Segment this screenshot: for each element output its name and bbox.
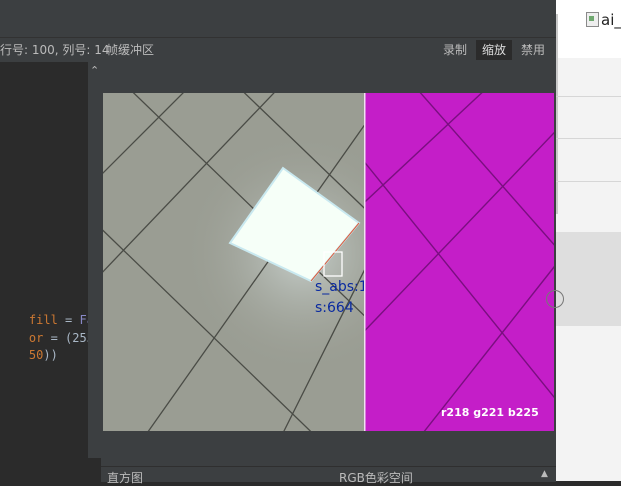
scroll-track[interactable] [88,458,101,481]
side-divider [556,14,558,214]
divider-line [556,181,621,182]
zoom-button[interactable]: 缩放 [476,40,513,60]
editor-scrollbar[interactable]: ⌃ [88,62,101,481]
frame-edge [364,93,366,431]
broken-image-alt: ai_ [601,11,621,29]
broken-image: ai_ [586,11,621,29]
magenta-half [364,93,554,431]
color-space-select[interactable]: RGB色彩空间 [339,469,413,486]
code-token: 50 [28,348,44,362]
disable-button[interactable]: 禁用 [515,40,551,60]
record-button[interactable]: 录制 [437,40,473,60]
histogram-tab[interactable]: 直方图 [107,469,143,486]
divider-line [556,138,621,139]
overlay-s-text: s:664 [315,300,354,316]
top-strip [0,0,556,14]
toolbar-strip [0,14,556,38]
pixel-readout: r218 g221 b225 [441,406,539,419]
camera-frame[interactable]: s_abs:14 s:664 r218 g221 b225 [103,93,554,431]
panel-title: 帧缓冲区 [106,43,155,57]
side-gray-band [556,232,621,326]
code-token: )) [43,348,58,362]
chevron-up-icon[interactable]: ▲ [541,469,548,479]
divider-line [556,96,621,97]
code-editor[interactable]: fill = False or = (255, 2 50)) [0,62,88,481]
bottom-panel: 直方图 RGB色彩空间 ▲ [101,466,556,485]
browser-side-panel: ai_ [546,0,621,481]
radio-icon[interactable] [546,290,564,308]
chevron-up-icon[interactable]: ⌃ [90,64,99,77]
side-panel-header [556,0,621,58]
frame-image: s_abs:14 s:664 r218 g221 b225 [103,93,554,431]
code-line: 50)) [0,334,58,376]
broken-image-icon [586,12,599,27]
framebuffer-header: 行号: 100, 列号: 14 帧缓冲区 录制 缩放 禁用 [0,38,556,62]
cursor-position: 行号: 100, 列号: 14 [0,43,110,57]
framebuffer-viewer[interactable]: s_abs:14 s:664 r218 g221 b225 [101,62,556,481]
